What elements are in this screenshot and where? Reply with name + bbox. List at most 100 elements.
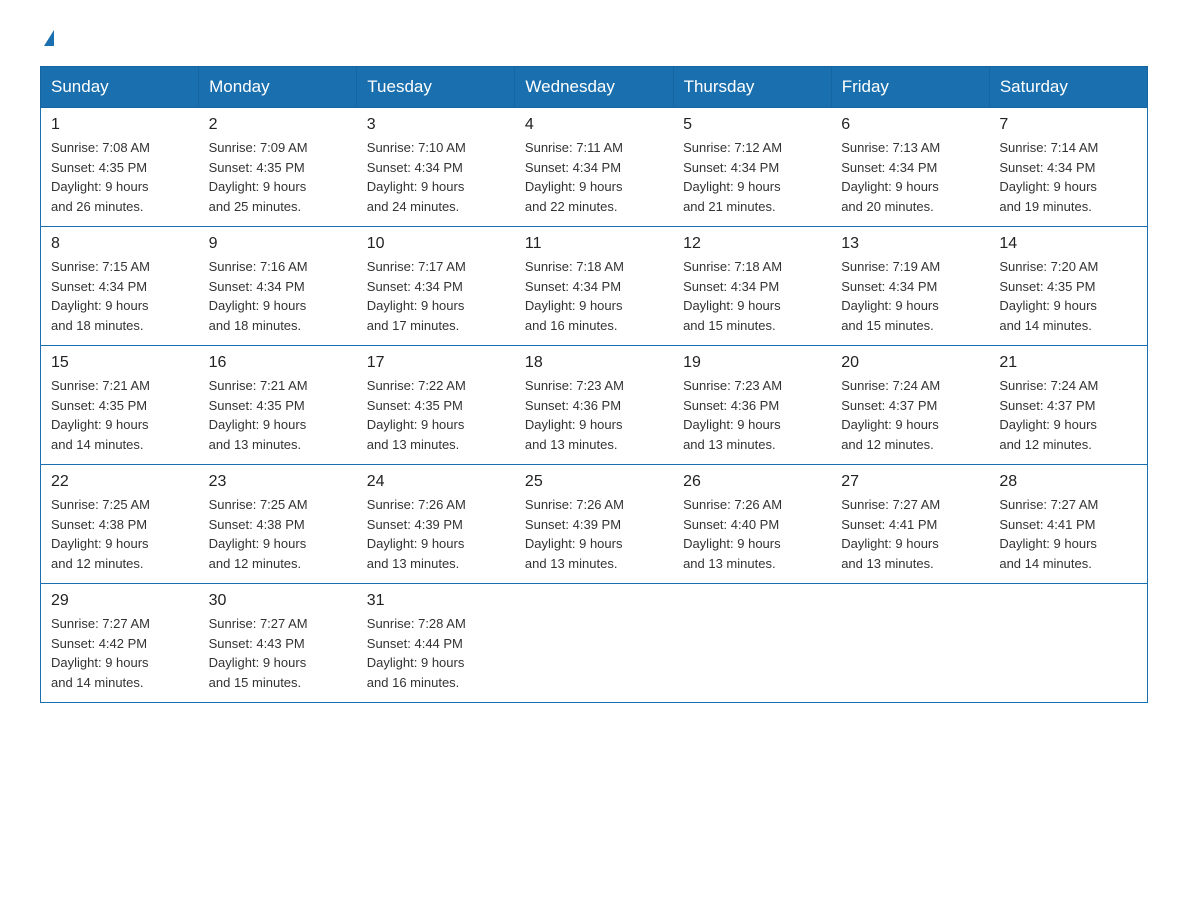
calendar-cell: 7 Sunrise: 7:14 AMSunset: 4:34 PMDayligh…: [989, 108, 1147, 227]
day-number: 21: [999, 354, 1137, 372]
weekday-header-sunday: Sunday: [41, 67, 199, 108]
day-info: Sunrise: 7:20 AMSunset: 4:35 PMDaylight:…: [999, 259, 1098, 333]
weekday-header-row: SundayMondayTuesdayWednesdayThursdayFrid…: [41, 67, 1148, 108]
calendar-week-row: 15 Sunrise: 7:21 AMSunset: 4:35 PMDaylig…: [41, 346, 1148, 465]
calendar-cell: [515, 584, 673, 703]
calendar-cell: 25 Sunrise: 7:26 AMSunset: 4:39 PMDaylig…: [515, 465, 673, 584]
day-number: 27: [841, 473, 979, 491]
day-info: Sunrise: 7:13 AMSunset: 4:34 PMDaylight:…: [841, 140, 940, 214]
day-number: 28: [999, 473, 1137, 491]
calendar-cell: 27 Sunrise: 7:27 AMSunset: 4:41 PMDaylig…: [831, 465, 989, 584]
day-info: Sunrise: 7:27 AMSunset: 4:41 PMDaylight:…: [999, 497, 1098, 571]
day-info: Sunrise: 7:15 AMSunset: 4:34 PMDaylight:…: [51, 259, 150, 333]
calendar-cell: [831, 584, 989, 703]
calendar-cell: 31 Sunrise: 7:28 AMSunset: 4:44 PMDaylig…: [357, 584, 515, 703]
day-info: Sunrise: 7:27 AMSunset: 4:41 PMDaylight:…: [841, 497, 940, 571]
weekday-header-thursday: Thursday: [673, 67, 831, 108]
day-info: Sunrise: 7:26 AMSunset: 4:39 PMDaylight:…: [367, 497, 466, 571]
day-info: Sunrise: 7:16 AMSunset: 4:34 PMDaylight:…: [209, 259, 308, 333]
day-number: 22: [51, 473, 189, 491]
day-number: 13: [841, 235, 979, 253]
calendar-cell: 4 Sunrise: 7:11 AMSunset: 4:34 PMDayligh…: [515, 108, 673, 227]
page-header: [40, 30, 1148, 46]
weekday-header-wednesday: Wednesday: [515, 67, 673, 108]
day-number: 9: [209, 235, 347, 253]
day-info: Sunrise: 7:26 AMSunset: 4:39 PMDaylight:…: [525, 497, 624, 571]
day-info: Sunrise: 7:23 AMSunset: 4:36 PMDaylight:…: [525, 378, 624, 452]
day-info: Sunrise: 7:19 AMSunset: 4:34 PMDaylight:…: [841, 259, 940, 333]
day-number: 30: [209, 592, 347, 610]
weekday-header-monday: Monday: [199, 67, 357, 108]
day-number: 11: [525, 235, 663, 253]
day-number: 23: [209, 473, 347, 491]
calendar-week-row: 29 Sunrise: 7:27 AMSunset: 4:42 PMDaylig…: [41, 584, 1148, 703]
day-info: Sunrise: 7:28 AMSunset: 4:44 PMDaylight:…: [367, 616, 466, 690]
day-info: Sunrise: 7:17 AMSunset: 4:34 PMDaylight:…: [367, 259, 466, 333]
day-number: 8: [51, 235, 189, 253]
day-info: Sunrise: 7:22 AMSunset: 4:35 PMDaylight:…: [367, 378, 466, 452]
day-number: 3: [367, 116, 505, 134]
calendar-cell: 24 Sunrise: 7:26 AMSunset: 4:39 PMDaylig…: [357, 465, 515, 584]
day-number: 14: [999, 235, 1137, 253]
calendar-cell: 6 Sunrise: 7:13 AMSunset: 4:34 PMDayligh…: [831, 108, 989, 227]
day-number: 25: [525, 473, 663, 491]
day-info: Sunrise: 7:25 AMSunset: 4:38 PMDaylight:…: [51, 497, 150, 571]
day-info: Sunrise: 7:21 AMSunset: 4:35 PMDaylight:…: [51, 378, 150, 452]
logo-blue-text: [40, 30, 54, 46]
calendar-cell: 28 Sunrise: 7:27 AMSunset: 4:41 PMDaylig…: [989, 465, 1147, 584]
day-info: Sunrise: 7:18 AMSunset: 4:34 PMDaylight:…: [683, 259, 782, 333]
calendar-cell: 17 Sunrise: 7:22 AMSunset: 4:35 PMDaylig…: [357, 346, 515, 465]
day-info: Sunrise: 7:12 AMSunset: 4:34 PMDaylight:…: [683, 140, 782, 214]
calendar-week-row: 22 Sunrise: 7:25 AMSunset: 4:38 PMDaylig…: [41, 465, 1148, 584]
calendar-cell: 15 Sunrise: 7:21 AMSunset: 4:35 PMDaylig…: [41, 346, 199, 465]
day-number: 10: [367, 235, 505, 253]
calendar-cell: 8 Sunrise: 7:15 AMSunset: 4:34 PMDayligh…: [41, 227, 199, 346]
day-number: 1: [51, 116, 189, 134]
calendar-cell: [989, 584, 1147, 703]
calendar-cell: 14 Sunrise: 7:20 AMSunset: 4:35 PMDaylig…: [989, 227, 1147, 346]
day-info: Sunrise: 7:24 AMSunset: 4:37 PMDaylight:…: [999, 378, 1098, 452]
day-number: 15: [51, 354, 189, 372]
calendar-cell: 1 Sunrise: 7:08 AMSunset: 4:35 PMDayligh…: [41, 108, 199, 227]
calendar-cell: 26 Sunrise: 7:26 AMSunset: 4:40 PMDaylig…: [673, 465, 831, 584]
calendar-body: 1 Sunrise: 7:08 AMSunset: 4:35 PMDayligh…: [41, 108, 1148, 703]
logo-triangle-icon: [44, 30, 54, 46]
calendar-cell: 2 Sunrise: 7:09 AMSunset: 4:35 PMDayligh…: [199, 108, 357, 227]
calendar-cell: 18 Sunrise: 7:23 AMSunset: 4:36 PMDaylig…: [515, 346, 673, 465]
calendar-cell: 11 Sunrise: 7:18 AMSunset: 4:34 PMDaylig…: [515, 227, 673, 346]
weekday-header-saturday: Saturday: [989, 67, 1147, 108]
day-info: Sunrise: 7:21 AMSunset: 4:35 PMDaylight:…: [209, 378, 308, 452]
logo: [40, 30, 54, 46]
day-info: Sunrise: 7:18 AMSunset: 4:34 PMDaylight:…: [525, 259, 624, 333]
calendar-cell: 21 Sunrise: 7:24 AMSunset: 4:37 PMDaylig…: [989, 346, 1147, 465]
day-number: 6: [841, 116, 979, 134]
calendar-cell: 19 Sunrise: 7:23 AMSunset: 4:36 PMDaylig…: [673, 346, 831, 465]
calendar-cell: 20 Sunrise: 7:24 AMSunset: 4:37 PMDaylig…: [831, 346, 989, 465]
day-info: Sunrise: 7:27 AMSunset: 4:42 PMDaylight:…: [51, 616, 150, 690]
day-info: Sunrise: 7:24 AMSunset: 4:37 PMDaylight:…: [841, 378, 940, 452]
calendar-cell: 23 Sunrise: 7:25 AMSunset: 4:38 PMDaylig…: [199, 465, 357, 584]
day-info: Sunrise: 7:26 AMSunset: 4:40 PMDaylight:…: [683, 497, 782, 571]
calendar-cell: 29 Sunrise: 7:27 AMSunset: 4:42 PMDaylig…: [41, 584, 199, 703]
calendar-cell: 16 Sunrise: 7:21 AMSunset: 4:35 PMDaylig…: [199, 346, 357, 465]
day-info: Sunrise: 7:14 AMSunset: 4:34 PMDaylight:…: [999, 140, 1098, 214]
day-number: 29: [51, 592, 189, 610]
calendar-cell: 22 Sunrise: 7:25 AMSunset: 4:38 PMDaylig…: [41, 465, 199, 584]
day-number: 5: [683, 116, 821, 134]
day-number: 31: [367, 592, 505, 610]
day-number: 19: [683, 354, 821, 372]
calendar-cell: 10 Sunrise: 7:17 AMSunset: 4:34 PMDaylig…: [357, 227, 515, 346]
day-number: 7: [999, 116, 1137, 134]
calendar-cell: 3 Sunrise: 7:10 AMSunset: 4:34 PMDayligh…: [357, 108, 515, 227]
day-number: 16: [209, 354, 347, 372]
day-number: 20: [841, 354, 979, 372]
day-number: 4: [525, 116, 663, 134]
calendar-cell: [673, 584, 831, 703]
day-info: Sunrise: 7:11 AMSunset: 4:34 PMDaylight:…: [525, 140, 623, 214]
day-info: Sunrise: 7:25 AMSunset: 4:38 PMDaylight:…: [209, 497, 308, 571]
day-number: 24: [367, 473, 505, 491]
day-info: Sunrise: 7:10 AMSunset: 4:34 PMDaylight:…: [367, 140, 466, 214]
calendar-week-row: 8 Sunrise: 7:15 AMSunset: 4:34 PMDayligh…: [41, 227, 1148, 346]
calendar-cell: 30 Sunrise: 7:27 AMSunset: 4:43 PMDaylig…: [199, 584, 357, 703]
calendar-header: SundayMondayTuesdayWednesdayThursdayFrid…: [41, 67, 1148, 108]
